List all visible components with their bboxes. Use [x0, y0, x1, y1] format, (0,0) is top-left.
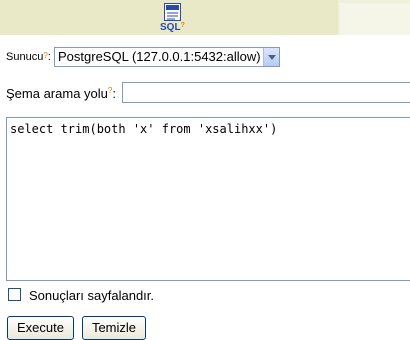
chevron-down-icon[interactable] [263, 48, 279, 66]
paginate-label: Sonuçları sayfalandır. [29, 288, 155, 303]
clear-button[interactable]: Temizle [82, 316, 146, 340]
server-selected-value: PostgreSQL (127.0.0.1:5432:allow) [58, 49, 261, 64]
sql-editor[interactable]: select trim(both 'x' from 'xsalihxx') [6, 117, 410, 281]
search-path-input[interactable] [122, 82, 410, 103]
sql-tab-label: SQL? [160, 22, 185, 33]
execute-button[interactable]: Execute [7, 316, 74, 340]
tab-bar: SQL? [0, 0, 410, 35]
server-help-link[interactable]: ? [43, 51, 47, 60]
paginate-checkbox[interactable] [8, 288, 21, 301]
search-path-help-link[interactable]: ? [108, 86, 112, 95]
tab-sql[interactable]: SQL? [0, 0, 338, 35]
tab-empty [340, 3, 410, 35]
server-label: Sunucu?: [6, 51, 51, 63]
server-select[interactable]: PostgreSQL (127.0.0.1:5432:allow) [54, 47, 280, 67]
sql-icon [164, 3, 181, 21]
search-path-label: Şema arama yolu?: [6, 86, 116, 101]
